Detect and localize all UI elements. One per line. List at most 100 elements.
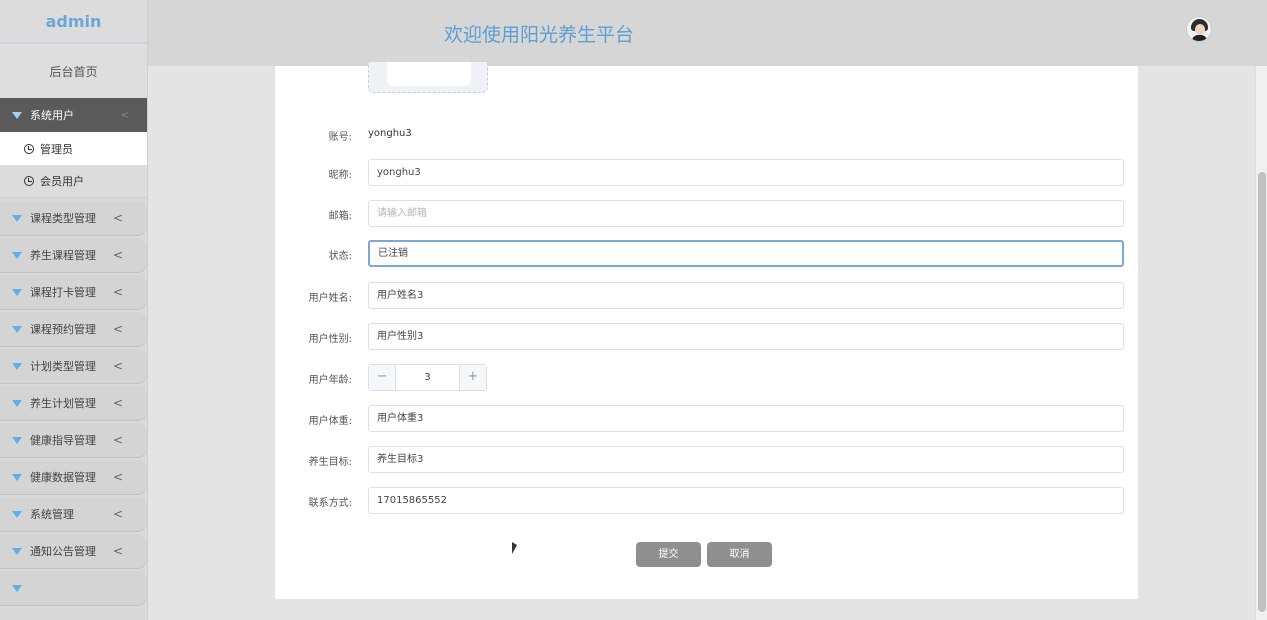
sidebar-item-label: 养生课程管理 [30,249,96,262]
chevron-left-icon: < [112,211,123,225]
gem-icon [12,547,22,555]
goal-input[interactable]: 养生目标3 [368,446,1124,473]
gem-icon [12,288,22,296]
gem-icon [12,399,22,407]
sidebar-item-home[interactable]: 后台首页 [0,44,147,98]
sidebar-item-label: 管理员 [40,142,73,156]
age-decrement-button[interactable]: − [369,365,396,390]
cancel-button[interactable]: 取消 [707,542,772,567]
sidebar-item-health-course[interactable]: 养生课程管理 < [0,238,147,272]
gem-icon [12,473,22,481]
sidebar-item-health-plan[interactable]: 养生计划管理 < [0,386,147,420]
sidebar-item-health-guide[interactable]: 健康指导管理 < [0,423,147,457]
sidebar-item-label: 养生计划管理 [30,397,96,410]
submit-button[interactable]: 提交 [636,542,701,567]
chevron-left-icon: < [112,322,123,336]
account-value: yonghu3 [368,128,412,139]
sidebar-item-label: 课程打卡管理 [30,286,96,299]
avatar-upload-preview[interactable] [368,62,488,93]
status-input[interactable]: 已注销 [368,240,1124,267]
clock-icon [24,143,34,154]
sidebar-item-admin[interactable]: 管理员 [0,132,147,165]
avatar-body [1192,35,1207,41]
brand-logo: admin [0,0,147,44]
form-row-email: 邮箱: 请输入邮箱 [275,200,1138,227]
weight-input[interactable]: 用户体重3 [368,405,1124,432]
sidebar-item-health-data[interactable]: 健康数据管理 < [0,460,147,494]
chevron-left-icon: < [112,544,123,558]
sidebar-item-plan-type[interactable]: 计划类型管理 < [0,349,147,383]
age-increment-button[interactable]: + [459,365,486,390]
form-row-contact: 联系方式: 17015865552 [275,487,1138,514]
sidebar-item-label: 计划类型管理 [30,360,96,373]
goal-label: 养生目标: [308,457,352,468]
chevron-left-icon: < [112,433,123,447]
chevron-left-icon: < [112,507,123,521]
gem-icon [12,584,22,592]
gem-icon [12,214,22,222]
form-row-goal: 养生目标: 养生目标3 [275,446,1138,473]
mouse-cursor-icon [512,542,517,554]
gem-icon [12,251,22,259]
avatar-face [1195,24,1205,35]
gender-input[interactable]: 用户性别3 [368,323,1124,350]
gem-icon [12,111,22,119]
sidebar-item-label: 健康数据管理 [30,471,96,484]
gem-icon [12,436,22,444]
form-row-nickname: 昵称: yonghu3 [275,159,1138,186]
sidebar-item-label: 课程类型管理 [30,212,96,225]
sidebar-item-course-checkin[interactable]: 课程打卡管理 < [0,275,147,309]
sidebar-item-notices[interactable]: 通知公告管理 < [0,534,147,568]
chevron-left-icon: < [112,285,123,299]
nickname-label: 昵称: [328,170,352,181]
page-scrollbar[interactable] [1255,66,1267,620]
scrollbar-thumb[interactable] [1258,172,1266,612]
sidebar-item-label: 健康指导管理 [30,434,96,447]
sidebar-item-label: 会员用户 [40,175,84,188]
form-row-status: 状态: 已注销 [275,240,1138,267]
sidebar: admin 后台首页 系统用户 < 管理员 会员用户 课程类型管理 < 养生课程管… [0,0,148,620]
age-label: 用户年龄: [308,375,352,386]
form-row-weight: 用户体重: 用户体重3 [275,405,1138,432]
chevron-left-icon: < [112,470,123,484]
sidebar-item-members[interactable]: 会员用户 [0,165,147,198]
sidebar-item-course-booking[interactable]: 课程预约管理 < [0,312,147,346]
sidebar-item-course-type[interactable]: 课程类型管理 < [0,201,147,235]
page-title: 欢迎使用阳光养生平台 [444,24,635,46]
avatar[interactable] [1186,16,1212,42]
sidebar-item-label: 通知公告管理 [30,545,96,558]
chevron-icon: < [120,109,129,121]
account-label: 账号: [328,132,352,143]
weight-label: 用户体重: [308,416,352,427]
chevron-left-icon: < [112,248,123,262]
gem-icon [12,362,22,370]
user-edit-form: 账号: yonghu3 昵称: yonghu3 邮箱: 请输入邮箱 状态: 已注… [275,62,1138,599]
top-header: 欢迎使用阳光养生平台 [148,0,1267,66]
chevron-left-icon: < [112,359,123,373]
gem-icon [12,510,22,518]
age-stepper: − 3 + [368,364,487,391]
name-label: 用户姓名: [308,293,352,304]
sidebar-group-label: 系统用户 [30,109,74,122]
nickname-input[interactable]: yonghu3 [368,159,1124,186]
form-row-gender: 用户性别: 用户性别3 [275,323,1138,350]
age-value[interactable]: 3 [396,365,459,390]
contact-label: 联系方式: [308,498,352,509]
sidebar-group-system-users[interactable]: 系统用户 < [0,98,147,132]
status-label: 状态: [328,251,352,262]
sidebar-item-system[interactable]: 系统管理 < [0,497,147,531]
name-input[interactable]: 用户姓名3 [368,282,1124,309]
form-row-age: 用户年龄: − 3 + [275,364,1138,391]
gem-icon [12,325,22,333]
chevron-left-icon: < [112,396,123,410]
form-row-account: 账号: yonghu3 [275,121,1138,148]
form-row-name: 用户姓名: 用户姓名3 [275,282,1138,309]
contact-input[interactable]: 17015865552 [368,487,1124,514]
sidebar-item-label: 系统管理 [30,508,74,521]
gender-label: 用户性别: [308,334,352,345]
clock-icon [24,176,34,186]
sidebar-item-partial[interactable] [0,571,147,605]
sidebar-item-label: 课程预约管理 [30,323,96,336]
email-label: 邮箱: [328,211,352,222]
email-input[interactable]: 请输入邮箱 [368,200,1124,227]
